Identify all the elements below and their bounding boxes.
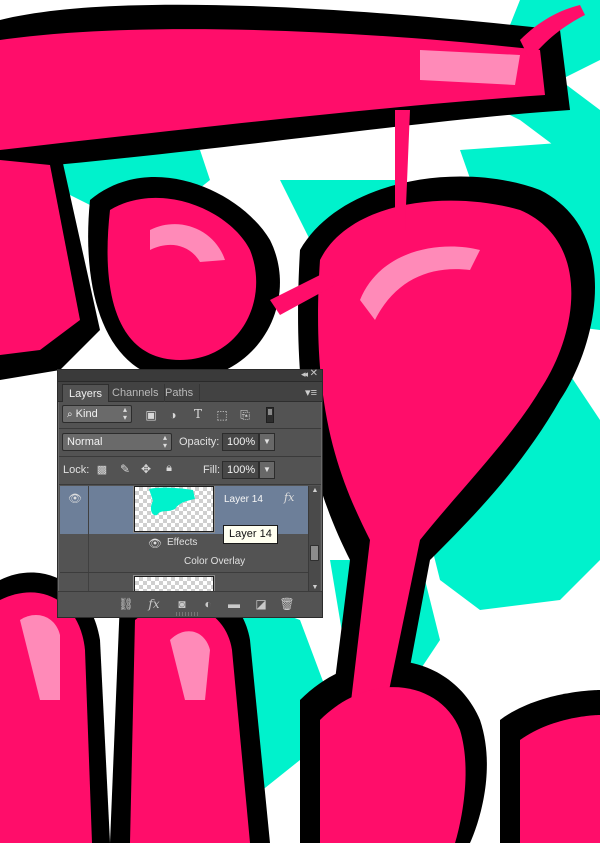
filter-kind-label: Kind	[75, 408, 98, 420]
scroll-up-icon[interactable]: ▲	[309, 486, 321, 496]
adjustment-icon[interactable]: ◐	[200, 597, 216, 611]
mask-icon[interactable]: ◙	[174, 597, 190, 611]
updown-arrows-icon: ▴ ▾	[122, 405, 127, 422]
shape-filter-icon[interactable]: ⬚	[215, 408, 229, 422]
eye-icon[interactable]: 👁︎	[68, 492, 82, 505]
opacity-input[interactable]: 100%	[222, 433, 259, 451]
link-icon[interactable]: ⛓︎	[118, 597, 134, 611]
fx-icon[interactable]: fx	[146, 597, 162, 611]
layer-name-tooltip: Layer 14	[223, 525, 278, 544]
panel-tabbar: Layers Channels Paths ▾≡	[58, 382, 322, 402]
fill-input[interactable]: 100%	[222, 461, 259, 479]
lock-transparent-icon[interactable]: ▩	[95, 463, 109, 476]
visibility-cell	[60, 534, 89, 553]
trash-icon[interactable]: 🗑︎	[279, 597, 295, 611]
adjustment-filter-icon[interactable]: ◑	[166, 408, 180, 422]
color-overlay-label: Color Overlay	[184, 556, 246, 567]
opacity-label: Opacity:	[179, 436, 220, 448]
layer-name[interactable]: Layer 14	[224, 494, 263, 505]
search-icon: ⌕	[67, 409, 73, 420]
effect-color-overlay-row[interactable]: Color Overlay	[60, 553, 308, 572]
panel-titlebar[interactable]: ◂◂ ✕	[58, 368, 322, 382]
filter-row: ⌕ Kind ▴ ▾ ▣ ◑ T ⬚ ⎘	[58, 403, 322, 427]
fx-badge-icon[interactable]: fx	[284, 491, 294, 504]
filter-toggle-icon[interactable]	[266, 407, 274, 423]
lock-image-icon[interactable]: ✎	[118, 462, 132, 476]
close-panel-icon[interactable]: ✕	[310, 368, 318, 379]
smart-object-filter-icon[interactable]: ⎘	[238, 408, 252, 423]
updown-arrows-icon: ▴ ▾	[162, 433, 167, 450]
tab-paths[interactable]: Paths	[159, 384, 201, 402]
lock-position-icon[interactable]: ✥	[139, 462, 153, 476]
layers-scrollbar[interactable]: ▲ ▼	[308, 486, 320, 593]
type-filter-icon[interactable]: T	[191, 407, 205, 421]
filter-kind-select[interactable]: ⌕ Kind ▴ ▾	[62, 405, 132, 423]
folder-icon[interactable]: ▬	[226, 597, 242, 611]
layer-row-next[interactable]	[60, 573, 308, 593]
fill-dropdown-button[interactable]: ▼	[259, 461, 275, 479]
visibility-cell	[60, 553, 89, 572]
tab-channels[interactable]: Channels	[106, 384, 166, 402]
blend-mode-value: Normal	[67, 436, 103, 448]
lock-label: Lock:	[63, 464, 90, 476]
fill-label: Fill:	[203, 464, 221, 476]
panel-bottom-toolbar: ⛓︎ fx ◙ ◐ ▬ ◪ 🗑︎	[58, 591, 322, 617]
lock-row: Lock: ▩ ✎ ✥ 🔒︎ Fill: 100% ▼	[58, 458, 322, 482]
layers-panel: ◂◂ ✕ Layers Channels Paths ▾≡ ⌕ Kind ▴ ▾ …	[57, 368, 323, 618]
scroll-thumb[interactable]	[310, 545, 319, 561]
tab-layers[interactable]: Layers	[62, 384, 110, 402]
visibility-cell	[60, 573, 89, 593]
blend-mode-select[interactable]: Normal ▴ ▾	[62, 433, 172, 451]
effects-label: Effects	[167, 537, 198, 548]
lock-all-icon[interactable]: 🔒︎	[162, 462, 176, 475]
thumbnail-art	[149, 487, 195, 516]
effects-eye-icon[interactable]: 👁︎	[148, 537, 162, 550]
layer-thumbnail[interactable]	[134, 486, 214, 532]
visibility-cell: 👁︎	[60, 486, 89, 534]
panel-menu-icon[interactable]: ▾≡	[305, 386, 317, 399]
opacity-dropdown-button[interactable]: ▼	[259, 433, 275, 451]
new-layer-icon[interactable]: ◪	[253, 597, 269, 611]
blend-row: Normal ▴ ▾ Opacity: 100% ▼	[58, 430, 322, 454]
resize-grip[interactable]	[176, 612, 200, 616]
collapse-panel-icon[interactable]: ◂◂	[301, 369, 308, 380]
image-filter-icon[interactable]: ▣	[144, 408, 158, 422]
